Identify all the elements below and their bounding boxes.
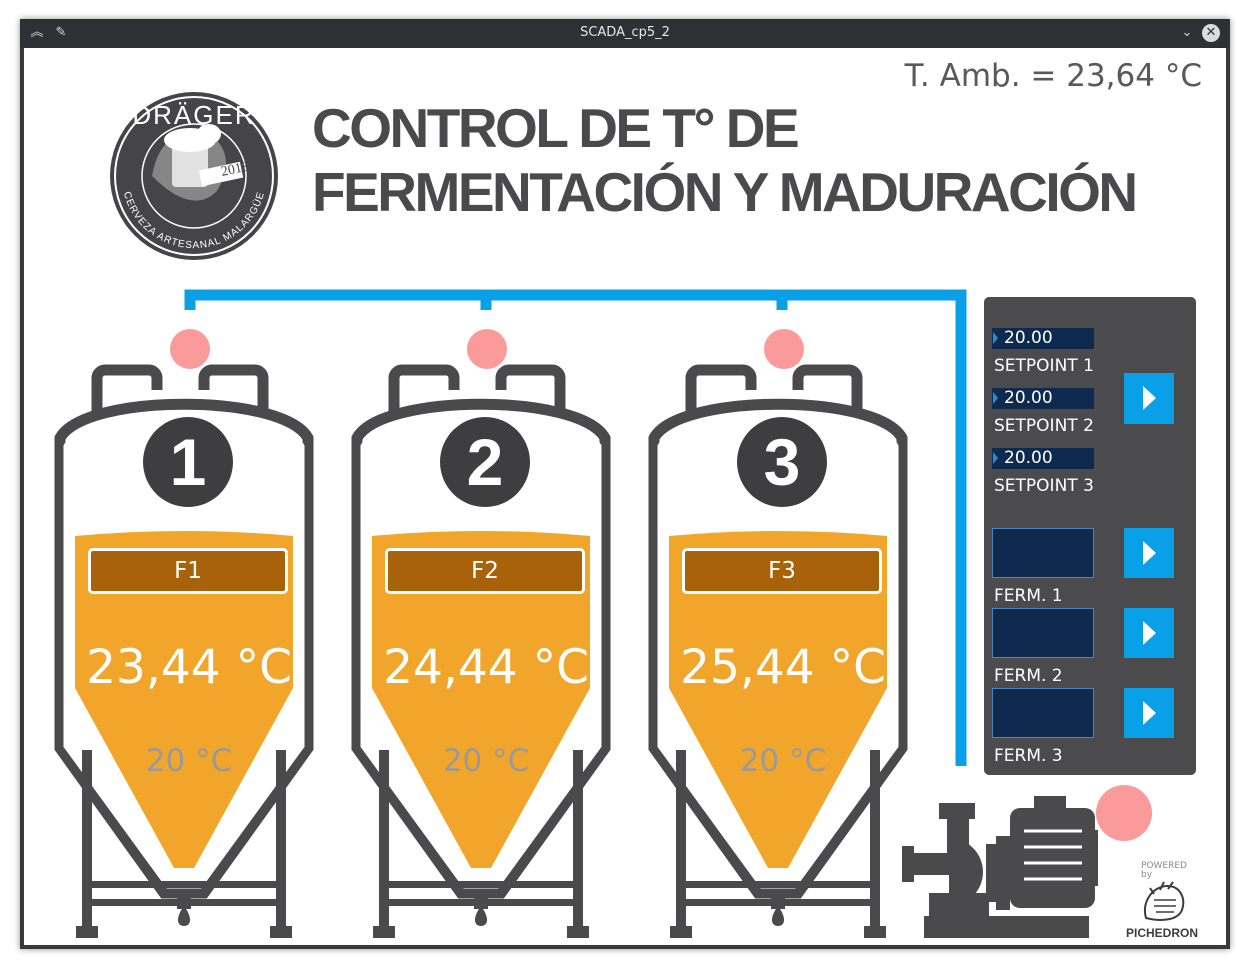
- app-window: ︽ ✎ SCADA_cp5_2 ⌄ ✕ 2013 DRÄGER CERVEZA …: [20, 19, 1230, 949]
- tank-2-setpoint: 20 °C: [442, 743, 530, 779]
- ferm-1-button[interactable]: [1124, 528, 1174, 578]
- pichedron-brand: PICHEDRON: [1126, 926, 1199, 940]
- tank-1-temperature: 23,44 °C: [86, 640, 292, 695]
- setpoint-3-label: SETPOINT 3: [994, 476, 1094, 496]
- ferm-2-button[interactable]: [1124, 608, 1174, 658]
- ferm-1-label: FERM. 1: [994, 586, 1063, 606]
- close-icon[interactable]: ✕: [1202, 24, 1220, 42]
- logo-brand: DRÄGER: [132, 100, 255, 130]
- setpoint-1-value: 20.00: [1004, 328, 1053, 348]
- ferm-2-display: [992, 608, 1094, 658]
- tank-3-label: F3: [682, 548, 882, 594]
- page-title-line-1: CONTROL DE T° DE: [312, 97, 800, 159]
- pump-icon: [902, 796, 1098, 938]
- setpoint-3-input[interactable]: 20.00: [992, 448, 1094, 469]
- caret-icon: [993, 392, 998, 404]
- setpoint-2-input[interactable]: 20.00: [992, 388, 1094, 409]
- tank-2-number: 2: [466, 425, 504, 499]
- scada-canvas: 2013 DRÄGER CERVEZA ARTESANAL MALARGÜE T…: [24, 48, 1226, 945]
- tank-1-number: 1: [169, 425, 207, 499]
- tank-2-temperature: 24,44 °C: [383, 640, 589, 695]
- pichedron-logo-icon: [1144, 881, 1185, 921]
- window-title: SCADA_cp5_2: [580, 25, 670, 40]
- ferm-2-label: FERM. 2: [994, 666, 1063, 686]
- setpoint-3-value: 20.00: [1004, 448, 1053, 468]
- tank-2-label: F2: [385, 548, 585, 594]
- ferm-3-display: [992, 688, 1094, 738]
- valve-indicator-2: [467, 329, 507, 369]
- tank-1-label: F1: [88, 548, 288, 594]
- valve-indicator-3: [764, 329, 804, 369]
- ferm-1-display: [992, 528, 1094, 578]
- tank-3-setpoint: 20 °C: [739, 743, 827, 779]
- page-title: CONTROL DE T° DE FERMENTACIÓN Y MADURACI…: [312, 96, 1138, 224]
- tank-3-number: 3: [763, 425, 801, 499]
- caret-icon: [993, 332, 998, 344]
- tank-1-setpoint: 20 °C: [145, 743, 233, 779]
- page-title-line-2: FERMENTACIÓN Y MADURACIÓN: [312, 161, 1138, 223]
- ferm-3-label: FERM. 3: [994, 746, 1063, 766]
- send-setpoints-button[interactable]: [1124, 373, 1174, 424]
- tank-3-temperature: 25,44 °C: [680, 640, 886, 695]
- ferm-3-button[interactable]: [1124, 688, 1174, 738]
- setpoint-1-label: SETPOINT 1: [994, 356, 1094, 376]
- valve-indicator-1: [170, 329, 210, 369]
- setpoint-2-value: 20.00: [1004, 388, 1053, 408]
- pump-indicator: [1096, 785, 1152, 841]
- ambient-temperature: T. Amb. = 23,64 °C: [904, 58, 1202, 94]
- window-titlebar: ︽ ✎ SCADA_cp5_2 ⌄ ✕: [20, 19, 1230, 48]
- caret-icon: [993, 452, 998, 464]
- setpoint-2-label: SETPOINT 2: [994, 416, 1094, 436]
- setpoint-1-input[interactable]: 20.00: [992, 328, 1094, 349]
- minimize-chevron-icon[interactable]: ⌄: [1178, 24, 1196, 42]
- control-panel: 20.00 SETPOINT 1 20.00 SETPOINT 2 20.00 …: [984, 297, 1196, 775]
